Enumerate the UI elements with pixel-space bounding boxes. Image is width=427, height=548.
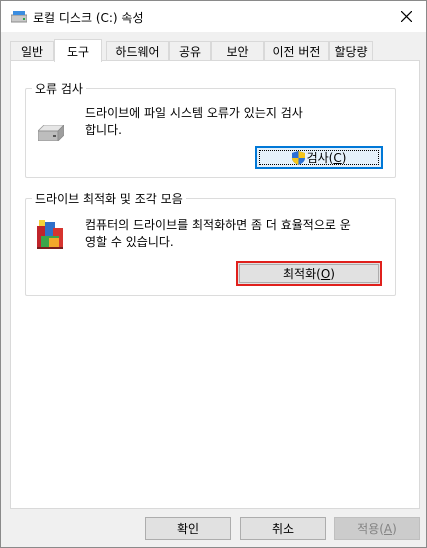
- check-button[interactable]: 검사(C): [255, 146, 383, 169]
- optimize-group: 드라이브 최적화 및 조각 모음 컴퓨터의 드라이브를 최적화하면 좀 더 효율…: [25, 190, 396, 296]
- tab-hardware[interactable]: 하드웨어: [106, 41, 169, 61]
- apply-button[interactable]: 적용(A): [334, 517, 420, 540]
- check-button-key: C: [333, 151, 342, 165]
- apply-button-label: 적용(: [357, 522, 384, 536]
- close-icon: [400, 11, 412, 22]
- tab-tools[interactable]: 도구: [54, 39, 102, 62]
- check-button-label: 검사(: [306, 151, 334, 165]
- optimize-button-end: ): [330, 267, 335, 281]
- check-button-content: 검사(C): [291, 149, 347, 166]
- optimize-button-content: 최적화(O): [283, 265, 335, 282]
- close-button[interactable]: [386, 1, 426, 32]
- properties-window: 로컬 디스크 (C:) 속성 일반 도구 하드웨어 공유 보안 이전 버전 할당…: [0, 0, 427, 548]
- tab-quota[interactable]: 할당량: [329, 41, 373, 61]
- optimize-button-label: 최적화(: [283, 267, 321, 281]
- window-title: 로컬 디스크 (C:) 속성: [33, 11, 144, 25]
- tab-general[interactable]: 일반: [10, 41, 54, 61]
- error-check-desc-line1: 드라이브에 파일 시스템 오류가 있는지 검사: [85, 106, 303, 120]
- title-bar: 로컬 디스크 (C:) 속성: [1, 1, 426, 32]
- tab-previous-versions[interactable]: 이전 버전: [264, 41, 329, 61]
- cancel-button[interactable]: 취소: [240, 517, 326, 540]
- error-check-group: 오류 검사 드라이브에 파일 시스템 오류가 있는지 검사 합니다. 검사(C): [25, 80, 396, 178]
- optimize-title: 드라이브 최적화 및 조각 모음: [32, 190, 186, 207]
- tab-sharing[interactable]: 공유: [169, 41, 211, 61]
- apply-button-content: 적용(A): [357, 520, 397, 537]
- apply-button-end: ): [392, 522, 397, 536]
- ok-button[interactable]: 확인: [145, 517, 231, 540]
- check-button-end: ): [341, 151, 347, 165]
- optimize-description: 컴퓨터의 드라이브를 최적화하면 좀 더 효율적으로 운 영할 수 있습니다.: [85, 217, 351, 251]
- drive-icon: [10, 11, 28, 23]
- hard-drive-icon: [37, 124, 65, 144]
- optimize-button[interactable]: 최적화(O): [236, 261, 382, 286]
- error-check-description: 드라이브에 파일 시스템 오류가 있는지 검사 합니다.: [85, 105, 303, 139]
- error-check-desc-line2: 합니다.: [85, 123, 122, 137]
- defrag-icon: [35, 218, 67, 255]
- apply-button-key: A: [383, 522, 393, 536]
- error-check-title: 오류 검사: [32, 80, 86, 97]
- optimize-button-key: O: [320, 267, 331, 281]
- tab-security[interactable]: 보안: [211, 41, 264, 61]
- uac-shield-icon: [291, 150, 305, 165]
- tools-panel: 오류 검사 드라이브에 파일 시스템 오류가 있는지 검사 합니다. 검사(C)…: [10, 60, 420, 509]
- optimize-desc-line2: 영할 수 있습니다.: [85, 235, 174, 249]
- optimize-desc-line1: 컴퓨터의 드라이브를 최적화하면 좀 더 효율적으로 운: [85, 218, 351, 232]
